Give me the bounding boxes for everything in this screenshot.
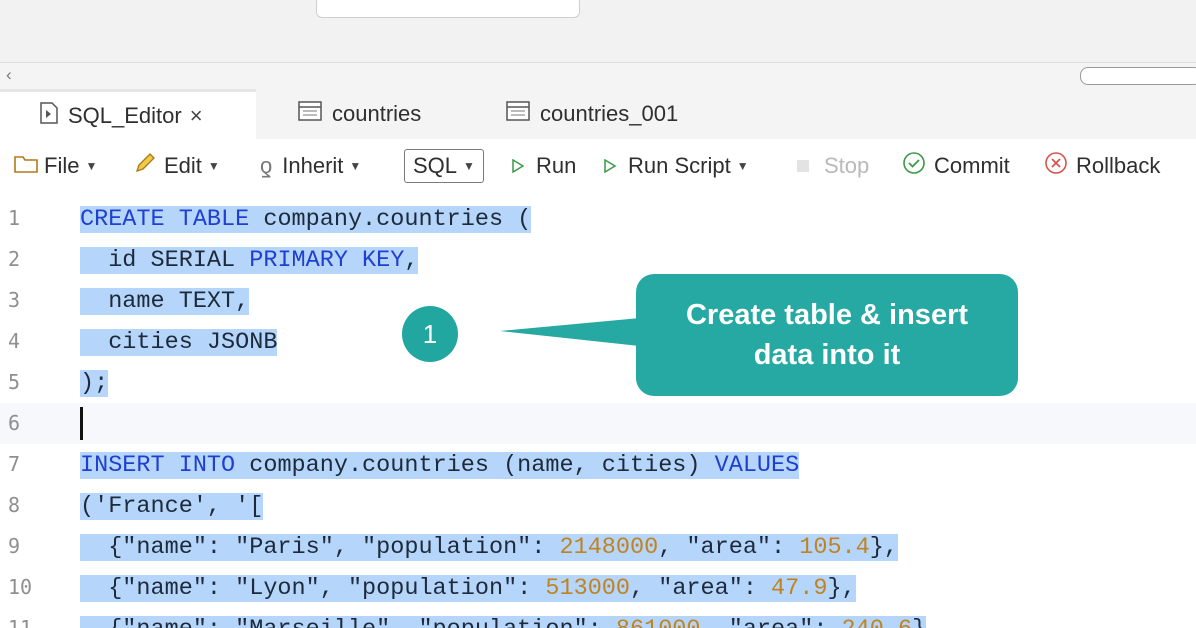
annotation-text: Create table & insert data into it <box>685 299 969 371</box>
annotation-callout: Create table & insert data into it <box>636 274 1018 396</box>
step-badge: 1 <box>402 306 458 362</box>
